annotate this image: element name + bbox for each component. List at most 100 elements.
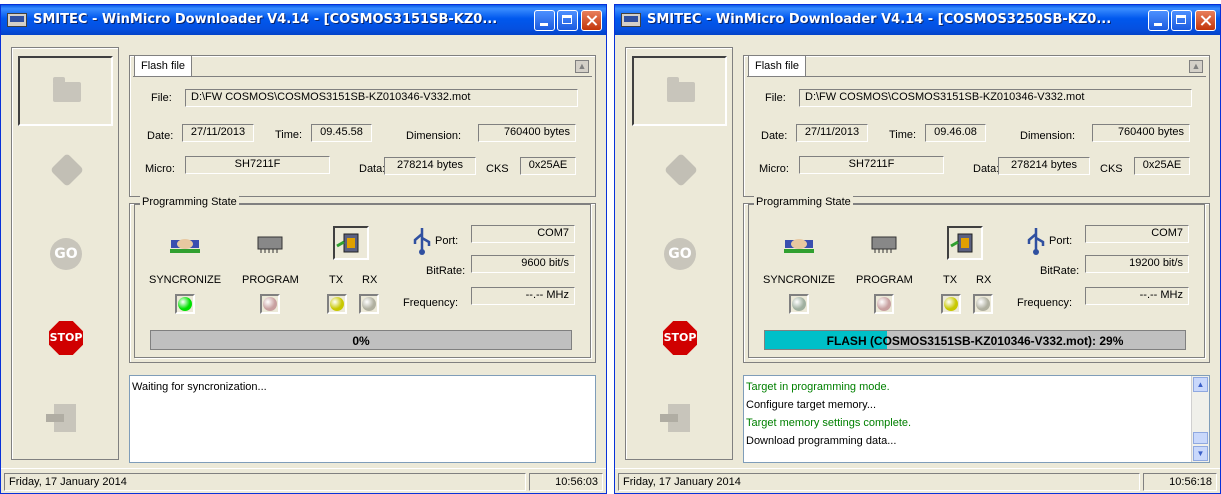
time-field: 09.45.58 bbox=[311, 124, 372, 142]
flash-file-panel: Flash file ▲ File: D:\FW COSMOS\COSMOS31… bbox=[129, 55, 596, 197]
port-field: COM7 bbox=[1085, 225, 1189, 243]
usb-icon bbox=[411, 226, 433, 259]
time-field: 09.46.08 bbox=[925, 124, 986, 142]
file-path-field: D:\FW COSMOS\COSMOS3151SB-KZ010346-V332.… bbox=[799, 89, 1192, 107]
dimension-field: 760400 bytes bbox=[1092, 124, 1190, 142]
progress-text: FLASH (COSMOS3151SB-KZ010346-V332.mot): … bbox=[826, 334, 1124, 348]
program-label: PROGRAM bbox=[242, 274, 299, 286]
log-line: Download programming data... bbox=[746, 435, 897, 447]
stop-button[interactable]: STOP bbox=[18, 304, 113, 374]
window-title: SMITEC - WinMicro Downloader V4.14 - [CO… bbox=[647, 12, 1112, 27]
log-line: Target in programming mode. bbox=[746, 381, 890, 393]
stop-button[interactable]: STOP bbox=[632, 304, 727, 374]
file-label: File: bbox=[151, 92, 172, 104]
program-led bbox=[874, 294, 894, 314]
frequency-label: Frequency: bbox=[403, 297, 459, 309]
handshake-icon bbox=[781, 226, 817, 260]
title-bar[interactable]: SMITEC - WinMicro Downloader V4.14 - [CO… bbox=[1, 5, 606, 35]
exit-icon bbox=[46, 404, 76, 432]
go-icon: GO bbox=[664, 238, 696, 270]
stop-icon: STOP bbox=[49, 321, 83, 355]
folder-icon bbox=[667, 77, 695, 102]
close-button[interactable] bbox=[581, 10, 602, 31]
maximize-button[interactable] bbox=[557, 10, 578, 31]
chip-button[interactable] bbox=[18, 136, 113, 206]
cks-label: CKS bbox=[1100, 163, 1123, 175]
frequency-field: --.-- MHz bbox=[471, 287, 575, 305]
programming-state-panel: Programming State Port: COM7 BitRate: 19… bbox=[743, 196, 1210, 363]
rx-label: RX bbox=[976, 274, 992, 286]
log-line: Target memory settings complete. bbox=[746, 417, 912, 429]
programming-state-panel: Programming State Port: COM7 BitRate: 96… bbox=[129, 196, 596, 363]
data-label: Data: bbox=[973, 163, 1000, 175]
up-arrow-icon[interactable]: ▲ bbox=[575, 60, 589, 73]
file-path-field: D:\FW COSMOS\COSMOS3151SB-KZ010346-V332.… bbox=[185, 89, 578, 107]
port-label: Port: bbox=[1049, 235, 1073, 247]
tx-label: TX bbox=[329, 274, 344, 286]
date-label: Date: bbox=[761, 130, 788, 142]
flash-file-panel: Flash file ▲ File: D:\FW COSMOS\COSMOS31… bbox=[743, 55, 1210, 197]
log-scrollbar[interactable]: ▲ ▼ bbox=[1191, 376, 1209, 462]
date-label: Date: bbox=[147, 130, 174, 142]
tab-flash-file[interactable]: Flash file bbox=[748, 55, 807, 77]
log-box[interactable]: Target in programming mode. Configure ta… bbox=[743, 375, 1210, 463]
log-line: Waiting for syncronization... bbox=[132, 381, 267, 393]
sync-led bbox=[175, 294, 195, 314]
cks-label: CKS bbox=[486, 163, 509, 175]
tab-flash-file[interactable]: Flash file bbox=[134, 55, 193, 77]
tx-label: TX bbox=[943, 274, 958, 286]
tx-led bbox=[327, 294, 347, 314]
bitrate-label: BitRate: bbox=[1040, 265, 1080, 277]
downloader-window-2: SMITEC - WinMicro Downloader V4.14 - [CO… bbox=[614, 4, 1221, 494]
status-time: 10:56:03 bbox=[529, 473, 603, 491]
programming-state-title: Programming State bbox=[140, 196, 239, 208]
log-line: Configure target memory... bbox=[746, 399, 877, 411]
micro-label: Micro: bbox=[759, 163, 789, 175]
data-field: 278214 bytes bbox=[384, 157, 476, 175]
port-label: Port: bbox=[435, 235, 459, 247]
exit-icon bbox=[660, 404, 690, 432]
status-time: 10:56:18 bbox=[1143, 473, 1217, 491]
chip-icon bbox=[664, 153, 698, 187]
side-toolbar: GO STOP bbox=[11, 47, 119, 460]
date-field: 27/11/2013 bbox=[796, 124, 868, 142]
side-toolbar: GO STOP bbox=[625, 47, 733, 460]
title-bar[interactable]: SMITEC - WinMicro Downloader V4.14 - [CO… bbox=[615, 5, 1220, 35]
maximize-button[interactable] bbox=[1171, 10, 1192, 31]
open-file-button[interactable] bbox=[18, 56, 113, 126]
scroll-down-button[interactable]: ▼ bbox=[1193, 446, 1208, 461]
exit-button[interactable] bbox=[632, 384, 727, 454]
progress-bar: 0% bbox=[150, 330, 572, 350]
dimension-field: 760400 bytes bbox=[478, 124, 576, 142]
go-button[interactable]: GO bbox=[632, 220, 727, 290]
log-box[interactable]: Waiting for syncronization... bbox=[129, 375, 596, 463]
go-icon: GO bbox=[50, 238, 82, 270]
open-file-button[interactable] bbox=[632, 56, 727, 126]
close-button[interactable] bbox=[1195, 10, 1216, 31]
cks-field: 0x25AE bbox=[520, 157, 576, 175]
chip-program-icon bbox=[252, 226, 288, 260]
minimize-button[interactable] bbox=[1148, 10, 1169, 31]
go-button[interactable]: GO bbox=[18, 220, 113, 290]
scroll-thumb[interactable] bbox=[1193, 432, 1208, 444]
data-label: Data: bbox=[359, 163, 386, 175]
usb-icon bbox=[1025, 226, 1047, 259]
status-date: Friday, 17 January 2014 bbox=[4, 473, 526, 491]
up-arrow-icon[interactable]: ▲ bbox=[1189, 60, 1203, 73]
handshake-icon bbox=[167, 226, 203, 260]
scroll-up-button[interactable]: ▲ bbox=[1193, 377, 1208, 392]
minimize-button[interactable] bbox=[534, 10, 555, 31]
status-bar: Friday, 17 January 2014 10:56:03 bbox=[1, 468, 606, 493]
serial-port-icon bbox=[333, 226, 369, 260]
bitrate-field: 9600 bit/s bbox=[471, 255, 575, 273]
rx-led bbox=[359, 294, 379, 314]
folder-icon bbox=[53, 77, 81, 102]
programming-state-title: Programming State bbox=[754, 196, 853, 208]
bitrate-field: 19200 bit/s bbox=[1085, 255, 1189, 273]
chip-button[interactable] bbox=[632, 136, 727, 206]
exit-button[interactable] bbox=[18, 384, 113, 454]
dimension-label: Dimension: bbox=[406, 130, 462, 142]
app-icon[interactable] bbox=[621, 13, 641, 27]
bitrate-label: BitRate: bbox=[426, 265, 466, 277]
app-icon[interactable] bbox=[7, 13, 27, 27]
